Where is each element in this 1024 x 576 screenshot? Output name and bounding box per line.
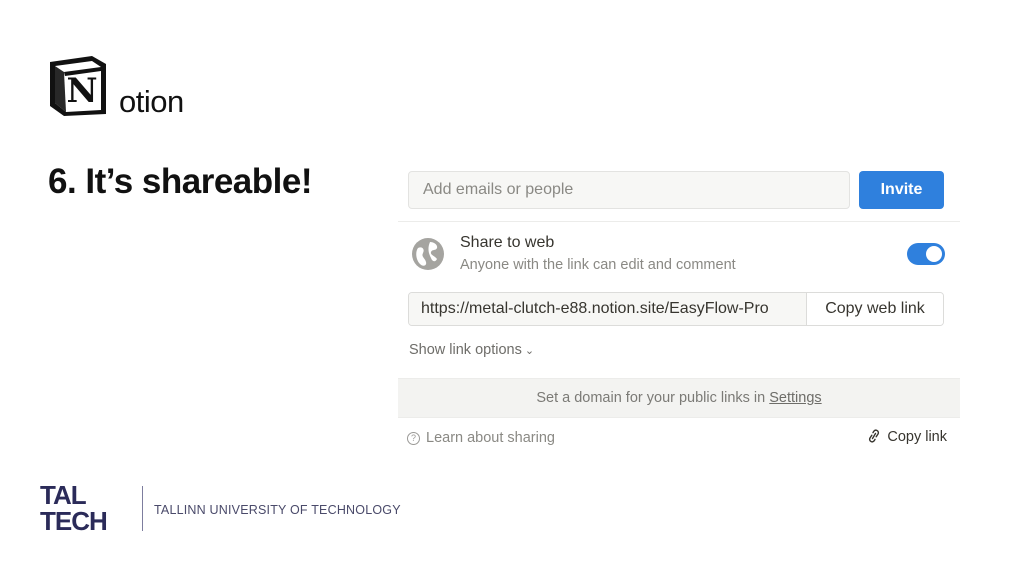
- divider: [398, 221, 960, 222]
- taltech-logo: TAL TECH: [40, 482, 108, 534]
- globe-icon: [412, 238, 444, 270]
- logo-letter: N: [66, 71, 97, 111]
- share-panel: Invite Share to web Anyone with the link…: [398, 160, 960, 460]
- copy-link-button[interactable]: Copy link: [865, 429, 947, 445]
- domain-notice-text: Set a domain for your public links in: [536, 390, 770, 406]
- logo-wordmark: otion: [119, 84, 184, 119]
- link-icon: [869, 429, 880, 443]
- settings-link[interactable]: Settings: [769, 390, 821, 406]
- share-to-web-subtitle: Anyone with the link can edit and commen…: [460, 257, 736, 273]
- web-link-url[interactable]: https://metal-clutch-e88.notion.site/Eas…: [409, 293, 806, 325]
- footer-divider: [142, 486, 143, 531]
- domain-notice: Set a domain for your public links in Se…: [398, 378, 960, 418]
- learn-about-sharing-label: Learn about sharing: [426, 430, 555, 446]
- show-link-options-label: Show link options: [409, 342, 522, 358]
- university-name: TALLINN UNIVERSITY OF TECHNOLOGY: [154, 503, 401, 517]
- share-to-web-title: Share to web: [460, 234, 555, 251]
- add-emails-input[interactable]: [408, 171, 850, 209]
- copy-link-label: Copy link: [887, 429, 947, 445]
- web-link-field: https://metal-clutch-e88.notion.site/Eas…: [408, 292, 944, 326]
- notion-logo-icon: N: [50, 56, 106, 116]
- show-link-options-button[interactable]: Show link options ⌄: [409, 342, 534, 358]
- share-to-web-toggle[interactable]: [907, 243, 945, 265]
- learn-about-sharing-link[interactable]: ? Learn about sharing: [407, 430, 555, 446]
- chevron-down-icon: ⌄: [524, 345, 535, 357]
- slide-title: 6. It’s shareable!: [48, 162, 313, 201]
- taltech-logo-line2: TECH: [40, 506, 107, 534]
- copy-web-link-button[interactable]: Copy web link: [806, 293, 943, 325]
- invite-button[interactable]: Invite: [859, 171, 944, 209]
- help-circle-icon: ?: [407, 432, 420, 445]
- toggle-knob: [926, 246, 942, 262]
